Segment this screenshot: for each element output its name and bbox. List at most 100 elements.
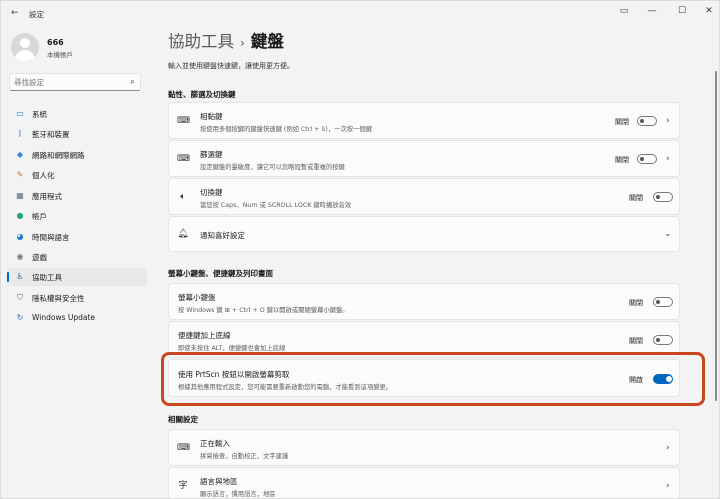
chevron-down-icon[interactable]: ⌄ [664,229,672,239]
avatar[interactable] [11,33,39,61]
sidebar-item-gaming[interactable]: ◉ 遊戲 [7,248,147,266]
prtscn-toggle[interactable] [653,374,673,384]
search-box[interactable]: ⌕ [9,73,141,91]
close-button[interactable]: ✕ [700,4,718,18]
breadcrumb-parent[interactable]: 協助工具 [168,32,234,51]
scrollbar[interactable] [715,71,717,401]
card-title: 便捷鍵加上底線 [178,331,231,340]
user-account-type: 本機帳戶 [47,51,73,59]
chevron-right-icon[interactable]: › [666,116,670,126]
toggle-state-label: 開啟 [629,376,643,384]
sidebar-item-label: 網路和網際網路 [32,151,85,160]
sidebar-item-system[interactable]: ▭ 系統 [7,105,147,123]
main-content: 協助工具 › 鍵盤 輸入並使用鍵盤快速鍵，讓使用更方便。 黏性、篩選及切換鍵 ⌨ 相… [151,25,719,498]
chevron-right-icon[interactable]: › [666,154,670,164]
language-icon: 字 [178,481,188,491]
card-description: 拼寫檢查，自動校正，文字建議 [200,453,289,460]
network-icon: ◆ [16,150,24,159]
card-title: 螢幕小鍵盤 [178,293,216,302]
access-keys-toggle[interactable] [653,335,673,345]
card-description: 按使用多個按鍵的鍵盤快速鍵 (例如 Ctrl + S)，一次按一個鍵 [200,126,372,133]
search-input[interactable] [14,76,122,89]
app-title: 設定 [29,10,44,19]
sidebar-item-label: 應用程式 [32,192,62,201]
sidebar-item-accessibility[interactable]: ♿ 協助工具 [7,268,147,286]
filter-keys-card[interactable]: ⌨ 篩選鍵 設定鍵盤的靈敏度，讓它可以忽略短暫或重複的按鍵 關閉 › [168,140,680,177]
bluetooth-icon: ᛒ [17,129,23,138]
sidebar-item-personalization[interactable]: ✎ 個人化 [7,166,147,184]
sidebar-item-label: 協助工具 [32,273,62,282]
minimize-button[interactable]: — [643,4,661,18]
toggle-keys-toggle[interactable] [653,192,673,202]
card-title: 使用 PrtScn 按鈕以開啟螢幕剪取 [178,370,290,379]
typing-card[interactable]: ⌨ 正在輸入 拼寫檢查，自動校正，文字建議 › [168,429,680,466]
chevron-right-icon[interactable]: › [666,481,670,491]
card-description: 即使未按住 ALT，便捷鍵也會加上底線 [178,345,286,352]
system-icon: ▭ [16,109,24,118]
section-title-related: 相關設定 [168,415,198,424]
page-title: 鍵盤 [250,32,284,51]
tablet-mode-icon[interactable]: ▭ [615,4,633,18]
breadcrumb: 協助工具 › 鍵盤 [168,28,284,52]
sticky-keys-toggle[interactable] [637,116,657,126]
card-description: 設定鍵盤的靈敏度，讓它可以忽略短暫或重複的按鍵 [200,164,345,171]
accessibility-icon: ♿ [16,272,24,281]
search-icon[interactable]: ⌕ [130,76,135,88]
sidebar-item-network[interactable]: ◆ 網路和網際網路 [7,146,147,164]
title-bar: ← 設定 ▭ — ☐ ✕ [1,1,719,25]
sidebar-item-label: 藍牙和裝置 [32,130,70,139]
user-name: 666 [47,38,64,47]
speaker-icon: 🔈︎ [180,192,186,202]
card-description: 按 Windows 鍵 ⊞ + Ctrl + O 鍵以開啟或關閉螢幕小鍵盤。 [178,307,349,314]
toggle-state-label: 關閉 [615,156,629,164]
onscreen-keyboard-card[interactable]: 螢幕小鍵盤 按 Windows 鍵 ⊞ + Ctrl + O 鍵以開啟或關閉螢幕… [168,283,680,320]
gaming-icon: ◉ [16,252,24,261]
card-description: 當您按 Caps、Num 或 SCROLL LOCK 鍵時播放音效 [200,202,352,209]
section-title-sticky: 黏性、篩選及切換鍵 [168,90,236,99]
toggle-state-label: 關閉 [615,118,629,126]
settings-window: ← 設定 ▭ — ☐ ✕ 666 本機帳戶 ⌕ ▭ 系統 ᛒ 藍牙和裝置 ◆ 網… [0,0,720,499]
section-title-onscreen: 螢幕小鍵盤、便捷鍵及列印畫面 [168,269,273,278]
sidebar-item-accounts[interactable]: ● 帳戶 [7,207,147,225]
sidebar-item-windows-update[interactable]: ↻ Windows Update [7,309,147,327]
sidebar-item-label: 系統 [32,110,47,119]
toggle-state-label: 關閉 [629,299,643,307]
sticky-keys-icon: ⌨ [177,116,190,126]
sidebar-item-label: 個人化 [32,171,55,180]
sidebar-item-time-language[interactable]: ◕ 時間與語言 [7,228,147,246]
notification-preferences-card[interactable]: 🔔︎ 通知喜好設定 ⌄ [168,216,680,252]
sticky-keys-card[interactable]: ⌨ 相黏鍵 按使用多個按鍵的鍵盤快速鍵 (例如 Ctrl + S)，一次按一個鍵… [168,102,680,139]
card-title: 切換鍵 [200,188,223,197]
toggle-state-label: 關閉 [629,194,643,202]
sidebar-item-privacy[interactable]: ⛉ 隱私權與安全性 [7,289,147,307]
maximize-button[interactable]: ☐ [673,4,691,18]
sidebar-item-apps[interactable]: ▦ 應用程式 [7,187,147,205]
toggle-state-label: 關閉 [629,337,643,345]
card-title: 篩選鍵 [200,150,223,159]
sidebar: 666 本機帳戶 ⌕ ▭ 系統 ᛒ 藍牙和裝置 ◆ 網路和網際網路 ✎ 個人化 … [1,25,151,498]
active-indicator [7,272,9,282]
bell-icon: 🔔︎ [177,229,189,239]
filter-keys-icon: ⌨ [177,154,190,164]
language-region-card[interactable]: 字 語言與地區 顯示語言，慣用語言，地區 › [168,467,680,498]
access-keys-underline-card[interactable]: 便捷鍵加上底線 即使未按住 ALT，便捷鍵也會加上底線 關閉 [168,321,680,358]
chevron-right-icon[interactable]: › [666,443,670,453]
card-title: 語言與地區 [200,477,238,486]
personalization-icon: ✎ [16,170,24,179]
toggle-keys-card[interactable]: 🔈︎ 切換鍵 當您按 Caps、Num 或 SCROLL LOCK 鍵時播放音效… [168,178,680,215]
sidebar-item-bluetooth[interactable]: ᛒ 藍牙和裝置 [7,125,147,143]
time-language-icon: ◕ [16,232,24,241]
filter-keys-toggle[interactable] [637,154,657,164]
card-title: 通知喜好設定 [200,231,245,240]
privacy-shield-icon: ⛉ [17,293,23,302]
accounts-icon: ● [16,211,24,220]
keyboard-icon: ⌨ [177,443,190,453]
sidebar-item-label: 遊戲 [32,253,47,262]
prtscn-snipping-card[interactable]: 使用 PrtScn 按鈕以開啟螢幕剪取 根據其他應用程式設定，您可能需要重新啟動… [168,359,680,397]
onscreen-keyboard-toggle[interactable] [653,297,673,307]
breadcrumb-separator: › [240,36,245,50]
windows-update-icon: ↻ [16,313,24,322]
back-arrow-icon[interactable]: ← [11,7,23,19]
card-title: 相黏鍵 [200,112,223,121]
card-description: 顯示語言，慣用語言，地區 [200,491,276,498]
